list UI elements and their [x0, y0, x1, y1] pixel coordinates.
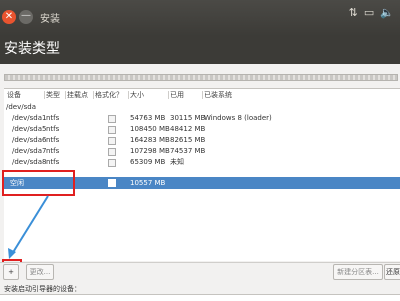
revert-button[interactable]: 还原 — [384, 264, 400, 280]
new-partition-table-button[interactable]: 新建分区表... — [333, 264, 383, 280]
add-partition-button[interactable]: + — [3, 264, 19, 280]
bootloader-device-label: 安装启动引导器的设备： — [4, 285, 81, 293]
annotation-arrow — [8, 195, 49, 259]
change-partition-button[interactable]: 更改... — [26, 264, 54, 280]
